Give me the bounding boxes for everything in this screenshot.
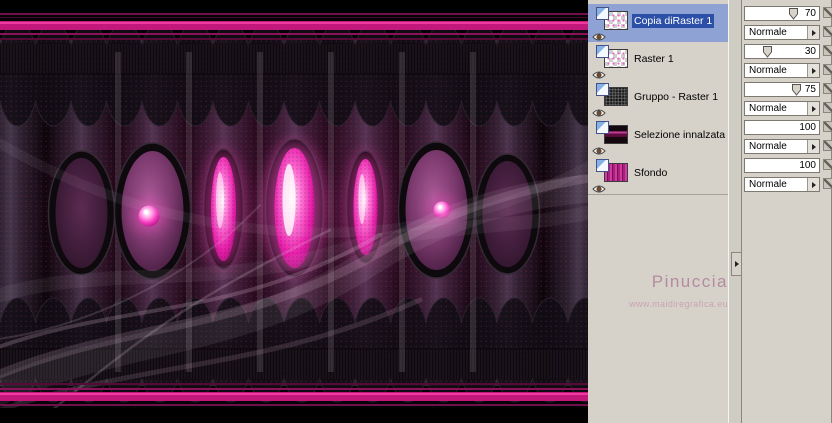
blend-mode-dropdown[interactable]: Normale [744, 101, 820, 116]
layer-controls-row-1: 70 Normale [744, 4, 832, 42]
dropdown-arrow-icon[interactable] [807, 178, 819, 191]
layer-row-copia-diraster-1[interactable]: Copia diRaster 1 [588, 4, 728, 43]
opacity-slider[interactable]: 30 [744, 44, 820, 59]
opacity-value: 100 [799, 160, 816, 171]
layer-controls-row-4: 100 Normale [744, 118, 832, 156]
visibility-eye-icon[interactable] [592, 181, 606, 193]
layer-row-sfondo[interactable]: Sfondo [588, 156, 728, 195]
visibility-eye-icon[interactable] [592, 105, 606, 117]
blend-mode-dropdown[interactable]: Normale [744, 139, 820, 154]
layer-name: Selezione innalzata [634, 129, 726, 141]
layer-thumbnail[interactable] [596, 83, 628, 107]
visibility-eye-icon[interactable] [592, 143, 606, 155]
opacity-value: 30 [804, 46, 816, 57]
blend-mode-dropdown[interactable]: Normale [744, 25, 820, 40]
layer-name: Raster 1 [634, 53, 674, 65]
dropdown-arrow-icon[interactable] [807, 26, 819, 39]
opacity-value: 75 [804, 84, 816, 95]
blend-mode-label: Normale [749, 103, 787, 114]
canvas-artwork [0, 0, 614, 423]
canvas[interactable] [0, 0, 614, 423]
layer-row-raster-1[interactable]: Raster 1 [588, 42, 728, 81]
layer-list: Copia diRaster 1 Raster 1 Gruppo - Raste… [588, 0, 728, 423]
visibility-eye-icon[interactable] [592, 29, 606, 41]
layer-controls-row-2: 30 Normale [744, 42, 832, 80]
opacity-slider[interactable]: 100 [744, 158, 820, 173]
layer-row-selezione-innalzata[interactable]: Selezione innalzata [588, 118, 728, 157]
blend-mode-label: Normale [749, 179, 787, 190]
visibility-eye-icon[interactable] [592, 67, 606, 79]
layer-name: Gruppo - Raster 1 [634, 91, 719, 103]
blend-mode-label: Normale [749, 141, 787, 152]
layer-thumbnail[interactable] [596, 45, 628, 69]
palette-splitter[interactable] [728, 0, 742, 423]
opacity-slider[interactable]: 100 [744, 120, 820, 135]
layers-palette: Copia diRaster 1 Raster 1 Gruppo - Raste… [588, 0, 832, 423]
link-layer-icon[interactable] [823, 178, 832, 189]
blend-mode-dropdown[interactable]: Normale [744, 63, 820, 78]
link-layer-icon[interactable] [823, 64, 832, 75]
raster-layer-icon [596, 7, 609, 20]
layer-controls-row-5: 100 Normale [744, 156, 832, 194]
slider-thumb-icon[interactable] [792, 83, 801, 101]
slider-thumb-icon[interactable] [763, 45, 772, 63]
layer-name: Copia diRaster 1 [632, 14, 715, 28]
opacity-value: 70 [804, 8, 816, 19]
raster-layer-icon [596, 159, 609, 172]
opacity-slider[interactable]: 70 [744, 6, 820, 21]
dropdown-arrow-icon[interactable] [807, 102, 819, 115]
opacity-value: 100 [799, 122, 816, 133]
layer-name: Sfondo [634, 167, 668, 179]
blend-mode-label: Normale [749, 65, 787, 76]
slider-thumb-icon[interactable] [789, 7, 798, 25]
layer-controls: 70 Normale 30 Normale 75 Normale 100 Nor… [744, 0, 832, 423]
blend-mode-dropdown[interactable]: Normale [744, 177, 820, 192]
splitter-collapse-button[interactable] [731, 252, 742, 276]
raster-layer-icon [596, 83, 609, 96]
link-layer-icon[interactable] [823, 26, 832, 37]
layer-controls-row-3: 75 Normale [744, 80, 832, 118]
edit-pencil-icon[interactable] [823, 7, 832, 18]
app-window: Copia diRaster 1 Raster 1 Gruppo - Raste… [0, 0, 832, 423]
raster-layer-icon [596, 121, 609, 134]
layer-thumbnail[interactable] [596, 121, 628, 145]
edit-pencil-icon[interactable] [823, 159, 832, 170]
dropdown-arrow-icon[interactable] [807, 64, 819, 77]
layer-thumbnail[interactable] [596, 159, 628, 183]
dropdown-arrow-icon[interactable] [807, 140, 819, 153]
layer-row-gruppo-raster-1[interactable]: Gruppo - Raster 1 [588, 80, 728, 119]
raster-layer-icon [596, 45, 609, 58]
edit-pencil-icon[interactable] [823, 83, 832, 94]
link-layer-icon[interactable] [823, 102, 832, 113]
blend-mode-label: Normale [749, 27, 787, 38]
opacity-slider[interactable]: 75 [744, 82, 820, 97]
edit-pencil-icon[interactable] [823, 121, 832, 132]
link-layer-icon[interactable] [823, 140, 832, 151]
layer-thumbnail[interactable] [596, 7, 628, 31]
edit-pencil-icon[interactable] [823, 45, 832, 56]
arrow-right-icon [734, 261, 739, 267]
